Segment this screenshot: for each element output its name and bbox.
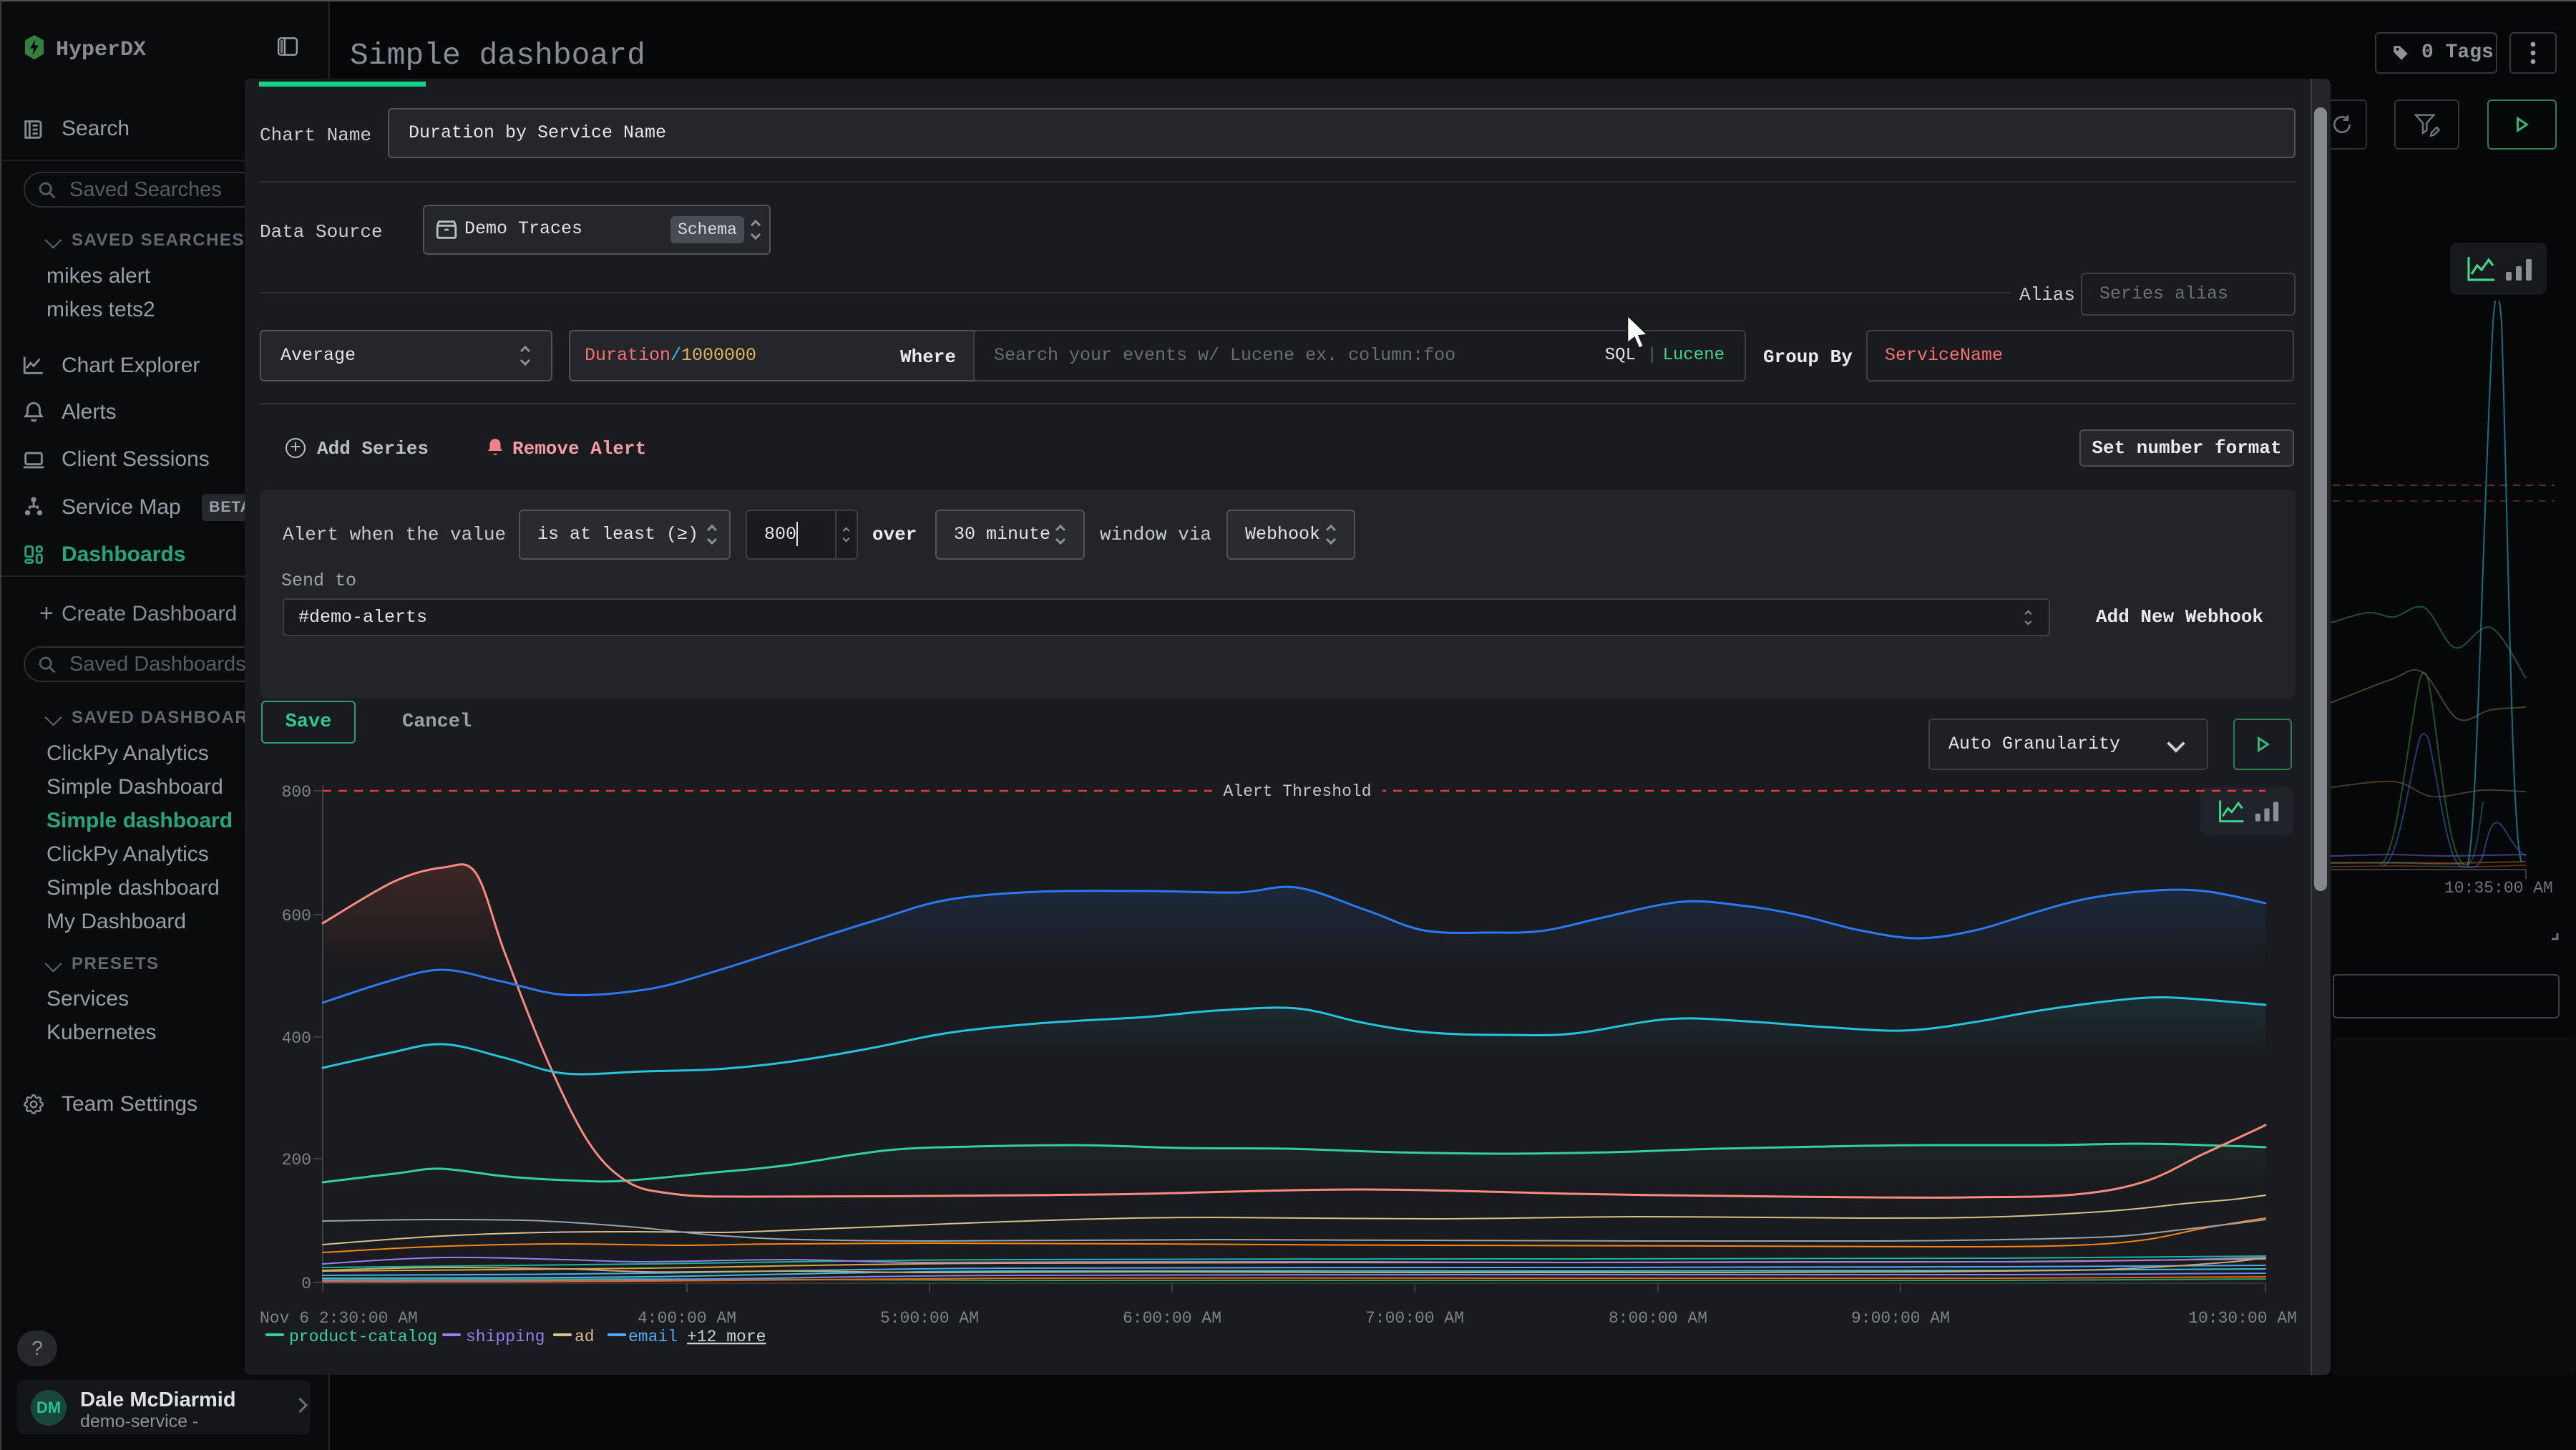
svg-text:ad: ad — [575, 1328, 595, 1346]
svg-text:7:00:00 AM: 7:00:00 AM — [1365, 1309, 1464, 1328]
svg-text:4:00:00 AM: 4:00:00 AM — [638, 1309, 736, 1328]
svg-text:shipping: shipping — [466, 1328, 545, 1346]
svg-text:6:00:00 AM: 6:00:00 AM — [1123, 1309, 1221, 1328]
svg-text:0: 0 — [301, 1275, 311, 1293]
svg-text:+12 more: +12 more — [687, 1328, 766, 1346]
svg-text:600: 600 — [282, 907, 311, 925]
svg-text:10:30:00 AM: 10:30:00 AM — [2188, 1309, 2297, 1328]
svg-text:5:00:00 AM: 5:00:00 AM — [880, 1309, 979, 1328]
svg-text:400: 400 — [282, 1029, 311, 1048]
svg-text:800: 800 — [282, 783, 311, 802]
svg-text:Alert Threshold: Alert Threshold — [1223, 782, 1371, 801]
svg-text:200: 200 — [282, 1151, 311, 1169]
svg-text:9:00:00 AM: 9:00:00 AM — [1851, 1309, 1950, 1328]
svg-text:email: email — [628, 1328, 678, 1346]
svg-text:product-catalog: product-catalog — [289, 1328, 437, 1346]
svg-text:Nov 6 2:30:00 AM: Nov 6 2:30:00 AM — [260, 1309, 418, 1328]
svg-text:8:00:00 AM: 8:00:00 AM — [1609, 1309, 1707, 1328]
